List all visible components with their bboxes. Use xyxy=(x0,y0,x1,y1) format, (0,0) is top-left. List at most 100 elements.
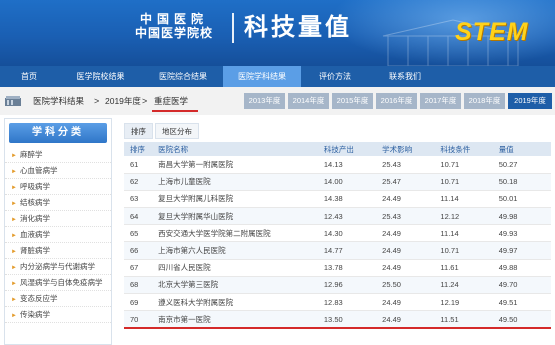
main-nav: 首页 医学院校结果 医院综合结果 医院学科结果 评价方法 联系我们 xyxy=(0,66,555,87)
cell-impact: 24.49 xyxy=(376,259,435,277)
cell-impact: 24.49 xyxy=(376,310,435,329)
table-row[interactable]: 70 南京市第一医院 13.50 24.49 11.51 49.50 xyxy=(124,310,551,329)
breadcrumb-year[interactable]: 2019年度 xyxy=(105,95,141,107)
stem-logo: STEM xyxy=(455,18,529,46)
arrow-right-icon: ► xyxy=(11,217,17,223)
nav-methodology[interactable]: 评价方法 xyxy=(301,66,369,87)
cell-conditions: 12.19 xyxy=(434,293,493,312)
cell-output: 14.38 xyxy=(317,190,377,209)
sidebar-item[interactable]: ► 心血管病学 xyxy=(5,163,111,179)
discipline-list: ► 麻醉学 ► 心血管病学 ► 呼吸病学 ► 结核病学 ► 消化病学 ► 血液病学 ► 肾脏病… xyxy=(5,147,111,323)
cell-output: 12.96 xyxy=(317,276,377,295)
cell-impact: 25.43 xyxy=(376,207,435,226)
sidebar-item[interactable]: ► 麻醉学 xyxy=(5,147,111,163)
cell-value: 50.01 xyxy=(492,190,551,209)
year-tab-2014[interactable]: 2014年度 xyxy=(288,93,329,109)
sidebar-item-label: 消化病学 xyxy=(19,214,50,223)
cell-hospital[interactable]: 复旦大学附属儿科医院 xyxy=(152,190,318,209)
breadcrumb-bar: 医院学科结果 > 2019年度 > 重症医学 2013年度 2014年度 201… xyxy=(0,87,555,115)
cell-impact: 25.43 xyxy=(376,156,435,174)
tab-ranking[interactable]: 排序 xyxy=(124,123,153,139)
nav-contact[interactable]: 联系我们 xyxy=(369,66,441,87)
sidebar-item[interactable]: ► 结核病学 xyxy=(5,195,111,211)
sidebar-item[interactable]: ► 呼吸病学 xyxy=(5,179,111,195)
col-header-impact[interactable]: 学术影响 xyxy=(376,142,434,156)
logo[interactable]: 中国医院 中国医学院校 xyxy=(118,12,230,41)
cell-hospital[interactable]: 南昌大学第一附属医院 xyxy=(152,156,318,174)
sidebar-item-label: 麻醉学 xyxy=(19,150,43,159)
table-header-row: 排序 医院名称 科技产出 学术影响 科技条件 量值 xyxy=(124,142,551,156)
tab-regional-distribution[interactable]: 地区分布 xyxy=(155,123,199,139)
nav-hospital-overall[interactable]: 医院综合结果 xyxy=(143,66,223,87)
cell-hospital[interactable]: 复旦大学附属华山医院 xyxy=(152,207,318,226)
nav-home[interactable]: 首页 xyxy=(0,66,58,87)
cell-output: 14.00 xyxy=(317,173,377,191)
table-row-highlighted[interactable]: 69 遵义医科大学附属医院 12.83 24.49 12.19 49.51 xyxy=(124,293,551,312)
cell-conditions: 10.71 xyxy=(434,173,493,191)
table-row[interactable]: 68 北京大学第三医院 12.96 25.50 11.24 49.70 xyxy=(124,276,551,295)
cell-hospital[interactable]: 北京大学第三医院 xyxy=(152,276,318,295)
current-underline xyxy=(152,110,198,112)
cell-hospital[interactable]: 西安交通大学医学院第二附属医院 xyxy=(152,224,318,243)
cell-conditions: 12.12 xyxy=(434,207,493,226)
arrow-right-icon: ► xyxy=(11,185,17,191)
sidebar-item[interactable]: ► 肾脏病学 xyxy=(5,243,111,259)
sidebar-item-label: 传染病学 xyxy=(19,310,50,319)
breadcrumb-separator: > xyxy=(142,96,148,106)
sidebar-item-label: 肾脏病学 xyxy=(19,246,50,255)
year-tab-2016[interactable]: 2016年度 xyxy=(376,93,417,109)
logo-line1: 中国医院 xyxy=(139,12,208,26)
col-header-output[interactable]: 科技产出 xyxy=(318,142,376,156)
table-row[interactable]: 66 上海市第六人民医院 14.77 24.49 10.71 49.97 xyxy=(124,241,551,260)
sidebar-item[interactable]: ► 内分泌病学与代谢病学 xyxy=(5,259,111,275)
arrow-right-icon: ► xyxy=(11,281,17,287)
cell-hospital[interactable]: 四川省人民医院 xyxy=(152,259,318,277)
sidebar-item-label: 心血管病学 xyxy=(19,166,58,175)
cell-hospital[interactable]: 上海市儿童医院 xyxy=(152,173,318,191)
sidebar-item[interactable]: ► 消化病学 xyxy=(5,211,111,227)
sidebar-item[interactable]: ► 风湿病学与自体免疫病学 xyxy=(5,275,111,291)
sidebar-item[interactable]: ► 血液病学 xyxy=(5,227,111,243)
year-tab-2015[interactable]: 2015年度 xyxy=(332,93,373,109)
cell-conditions: 11.14 xyxy=(434,190,493,209)
arrow-right-icon: ► xyxy=(11,153,17,159)
year-tab-2018[interactable]: 2018年度 xyxy=(464,93,505,109)
table-row[interactable]: 62 上海市儿童医院 14.00 25.47 10.71 50.18 xyxy=(124,173,551,191)
cell-hospital[interactable]: 遵义医科大学附属医院 xyxy=(152,293,318,312)
cell-hospital[interactable]: 南京市第一医院 xyxy=(152,310,318,329)
sidebar-item[interactable]: ► 传染病学 xyxy=(5,307,111,323)
sidebar-item-label: 结核病学 xyxy=(19,198,50,207)
col-header-hospital[interactable]: 医院名称 xyxy=(152,142,318,156)
sidebar-item[interactable]: ► 变态反应学 xyxy=(5,291,111,307)
sidebar-header: 学科分类 xyxy=(5,119,111,147)
arrow-right-icon: ► xyxy=(11,297,17,303)
col-header-conditions[interactable]: 科技条件 xyxy=(434,142,492,156)
col-header-value[interactable]: 量值 xyxy=(493,142,551,156)
table-row[interactable]: 65 西安交通大学医学院第二附属医院 14.30 24.49 11.14 49.… xyxy=(124,224,551,243)
cell-rank: 65 xyxy=(124,224,153,243)
cell-impact: 24.49 xyxy=(376,241,435,260)
year-tab-2019[interactable]: 2019年度 xyxy=(508,93,552,109)
cell-rank: 70 xyxy=(124,310,153,329)
sidebar-item-label: 呼吸病学 xyxy=(19,182,50,191)
cell-conditions: 11.51 xyxy=(434,310,493,329)
arrow-right-icon: ► xyxy=(11,169,17,175)
cell-value: 50.27 xyxy=(492,156,551,174)
cell-conditions: 10.71 xyxy=(434,156,493,174)
arrow-right-icon: ► xyxy=(11,233,17,239)
table-row[interactable]: 61 南昌大学第一附属医院 14.13 25.43 10.71 50.27 xyxy=(124,156,551,174)
cell-value: 49.70 xyxy=(492,276,551,295)
nav-medical-schools[interactable]: 医学院校结果 xyxy=(58,66,143,87)
sidebar-item-label: 血液病学 xyxy=(19,230,50,239)
cell-hospital[interactable]: 上海市第六人民医院 xyxy=(152,241,318,260)
year-tab-2013[interactable]: 2013年度 xyxy=(244,93,285,109)
cell-value: 49.50 xyxy=(492,310,551,329)
col-header-rank[interactable]: 排序 xyxy=(124,142,152,156)
table-row[interactable]: 63 复旦大学附属儿科医院 14.38 24.49 11.14 50.01 xyxy=(124,190,551,209)
nav-hospital-disciplines[interactable]: 医院学科结果 xyxy=(223,66,301,87)
table-row[interactable]: 67 四川省人民医院 13.78 24.49 11.61 49.88 xyxy=(124,259,551,277)
ranking-table: 排序 医院名称 科技产出 学术影响 科技条件 量值 61 南昌大学第一附属医院 … xyxy=(124,142,551,329)
breadcrumb-discipline-results[interactable]: 医院学科结果 xyxy=(33,95,84,107)
table-row[interactable]: 64 复旦大学附属华山医院 12.43 25.43 12.12 49.98 xyxy=(124,207,551,226)
year-tab-2017[interactable]: 2017年度 xyxy=(420,93,461,109)
